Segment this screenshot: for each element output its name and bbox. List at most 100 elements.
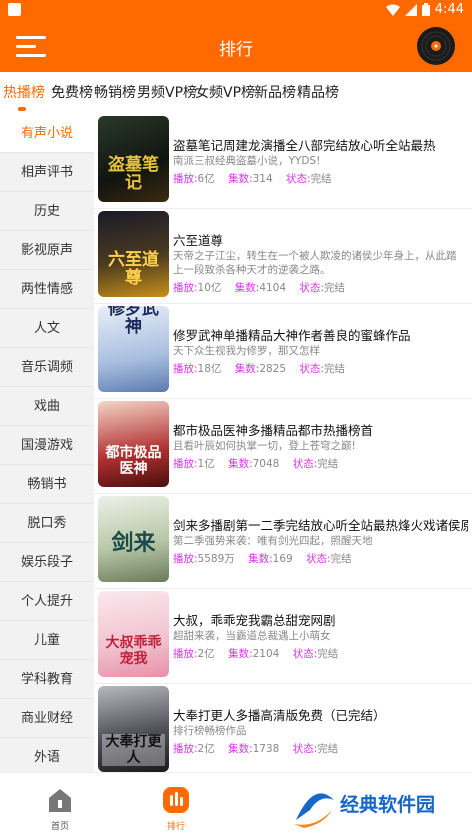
status-label: 状态: <box>299 363 324 375</box>
status-value: 完结 <box>310 173 332 185</box>
category-item[interactable]: 影视原声 <box>0 231 94 270</box>
item-description: 超甜来袭，当霸道总裁遇上小萌女 <box>173 630 331 642</box>
category-item[interactable]: 儿童 <box>0 621 94 660</box>
episodes-value: 2825 <box>259 363 287 375</box>
episodes-label: 集数: <box>228 648 253 660</box>
book-cover: 修罗武神 <box>98 306 169 392</box>
tab-male-vip[interactable]: 男频VP榜 <box>137 82 197 102</box>
episodes-value: 4104 <box>259 282 287 294</box>
nav-home[interactable]: 首页 <box>30 779 90 832</box>
plays-value: 18亿 <box>197 363 222 375</box>
list-item[interactable]: 大叔乖乖宠我 大叔，乖乖宠我霸总甜宠网剧 超甜来袭，当霸道总裁遇上小萌女 播放:… <box>94 589 472 684</box>
status-value: 完结 <box>317 458 339 470</box>
category-item[interactable]: 戏曲 <box>0 387 94 426</box>
item-meta: 播放:2亿 集数:1738 状态:完结 <box>173 741 338 756</box>
cover-title: 修罗武神 <box>108 306 159 337</box>
episodes-value: 2104 <box>252 648 280 660</box>
nav-rank[interactable]: 排行 <box>146 779 206 832</box>
episodes-value: 7048 <box>252 458 280 470</box>
tab-free[interactable]: 免费榜 <box>51 82 93 102</box>
tab-bestseller[interactable]: 畅销榜 <box>94 82 136 102</box>
category-item[interactable]: 畅销书 <box>0 465 94 504</box>
cover-title: 盗墓笔记 <box>108 155 159 193</box>
cover-title: 大奉打更人 <box>102 734 165 766</box>
category-item[interactable]: 相声评书 <box>0 153 94 192</box>
item-meta: 播放:18亿 集数:2825 状态:完结 <box>173 361 345 376</box>
plays-value: 10亿 <box>197 282 222 294</box>
status-label: 状态: <box>292 743 318 755</box>
category-item[interactable]: 两性情感 <box>0 270 94 309</box>
page-title: 排行 <box>219 40 253 60</box>
plays-label: 播放: <box>173 173 198 185</box>
home-icon <box>49 789 71 812</box>
tab-female-vip[interactable]: 女频VP榜 <box>195 82 255 102</box>
episodes-label: 集数: <box>248 553 273 565</box>
vinyl-disc-icon <box>417 27 455 65</box>
category-item[interactable]: 娱乐段子 <box>0 543 94 582</box>
episodes-label: 集数: <box>234 363 260 375</box>
cover-title: 都市极品医神 <box>105 445 162 477</box>
item-description: 天下众生视我为修罗，那又怎样 <box>173 345 320 357</box>
book-cover: 大叔乖乖宠我 <box>98 591 169 677</box>
watermark-text: 经典软件园 <box>340 794 436 816</box>
episodes-value: 314 <box>252 173 273 185</box>
status-label: 状态: <box>286 173 311 185</box>
list-item[interactable]: 大奉打更人 大奉打更人多播高清版免费（已完结） 排行榜畅榜作品 播放:2亿 集数… <box>94 684 472 772</box>
category-item[interactable]: 音乐调频 <box>0 348 94 387</box>
status-value: 完结 <box>323 282 345 294</box>
category-item[interactable]: 国漫游戏 <box>0 426 94 465</box>
signal-icon <box>404 3 417 16</box>
player-disc-button[interactable] <box>416 26 456 66</box>
list-item[interactable]: 盗墓笔记 盗墓笔记周建龙演播全八部完结放心听全站最热 南派三叔经典盗墓小说，YY… <box>94 114 472 209</box>
item-title: 大叔，乖乖宠我霸总甜宠网剧 <box>173 613 336 628</box>
battery-icon <box>421 3 430 16</box>
category-item[interactable]: 历史 <box>0 192 94 231</box>
category-item[interactable]: 有声小说 <box>0 114 94 153</box>
plays-value: 6亿 <box>197 173 215 185</box>
rank-icon <box>163 787 189 813</box>
item-meta: 播放:5589万 集数:169 状态:完结 <box>173 551 352 566</box>
category-item[interactable]: 脱口秀 <box>0 504 94 543</box>
plays-label: 播放: <box>173 648 198 660</box>
plays-label: 播放: <box>173 363 198 375</box>
list-item[interactable]: 剑来 剑来多播剧第一二季完结放心听全站最热烽火戏诸侯原著 第二季强势来袭：唯有剑… <box>94 494 472 589</box>
plays-label: 播放: <box>173 743 198 755</box>
book-cover: 盗墓笔记 <box>98 116 169 202</box>
nav-label: 首页 <box>50 822 69 832</box>
item-title: 都市极品医神多播精品都市热播榜首 <box>173 423 374 438</box>
tab-premium[interactable]: 精品榜 <box>297 82 339 102</box>
item-title: 盗墓笔记周建龙演播全八部完结放心听全站最热 <box>173 138 436 153</box>
category-item[interactable]: 学科教育 <box>0 660 94 699</box>
item-meta: 播放:1亿 集数:7048 状态:完结 <box>173 456 338 471</box>
cover-title: 剑来 <box>111 530 156 556</box>
plays-label: 播放: <box>173 553 198 565</box>
episodes-value: 1738 <box>252 743 280 755</box>
item-title: 修罗武神单播精品大神作者善良的蜜蜂作品 <box>173 328 411 343</box>
list-item[interactable]: 修罗武神 修罗武神单播精品大神作者善良的蜜蜂作品 天下众生视我为修罗，那又怎样 … <box>94 304 472 399</box>
tab-hot[interactable]: 热播榜 <box>3 82 45 102</box>
book-cover: 剑来 <box>98 496 169 582</box>
plays-label: 播放: <box>173 458 198 470</box>
list-item[interactable]: 都市极品医神 都市极品医神多播精品都市热播榜首 且看叶辰如何执掌一切，登上苍穹之… <box>94 399 472 494</box>
clock: 4:44 <box>434 2 464 17</box>
plays-value: 5589万 <box>197 553 235 565</box>
item-description: 第二季强势来袭：唯有剑光四起，照醒天地 <box>173 535 373 547</box>
rank-tabs: 热播榜 免费榜 畅销榜 男频VP榜 女频VP榜 新品榜 精品榜 <box>0 72 472 110</box>
item-description: 南派三叔经典盗墓小说，YYDS! <box>173 155 321 167</box>
status-label: 状态: <box>299 282 324 294</box>
status-value: 完结 <box>330 553 352 565</box>
category-item[interactable]: 人文 <box>0 309 94 348</box>
status-value: 完结 <box>317 743 339 755</box>
category-item[interactable]: 商业财经 <box>0 699 94 738</box>
cover-title: 六至道尊 <box>108 250 159 288</box>
tab-new[interactable]: 新品榜 <box>254 82 296 102</box>
status-icons: 4:44 <box>385 2 464 17</box>
watermark: 经典软件园 <box>290 778 468 834</box>
list-item[interactable]: 六至道尊 六至道尊 天帝之子江尘，转生在一个被人欺凌的诸侯少年身上，从此踏上一段… <box>94 209 472 304</box>
category-item[interactable]: 个人提升 <box>0 582 94 621</box>
app-bar: 排行 <box>0 20 472 72</box>
item-description: 且看叶辰如何执掌一切，登上苍穹之巅! <box>173 440 356 452</box>
tab-indicator <box>18 107 26 111</box>
status-value: 完结 <box>317 648 339 660</box>
category-sidebar: 有声小说 相声评书 历史 影视原声 两性情感 人文 音乐调频 戏曲 国漫游戏 畅… <box>0 114 94 777</box>
